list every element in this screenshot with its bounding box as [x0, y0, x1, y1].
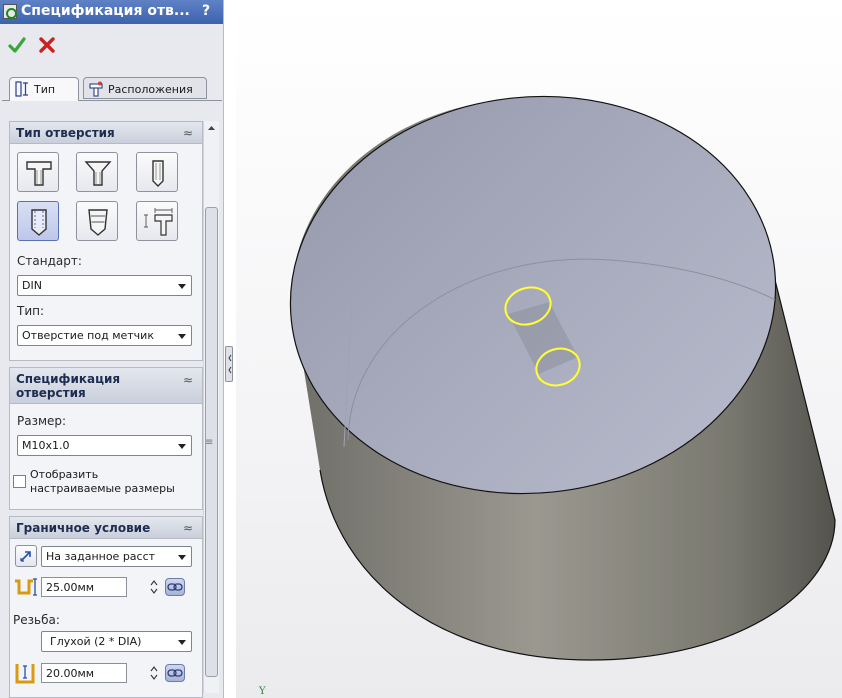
collapse-chevron-icon[interactable]: ≈: [183, 521, 193, 535]
collapse-chevron-icon[interactable]: ≈: [183, 373, 193, 387]
type-value: Отверстие под метчик: [22, 329, 154, 342]
tab-type[interactable]: Тип: [9, 77, 79, 101]
direction-icon: [20, 551, 31, 562]
custom-sizes-checkbox[interactable]: [13, 475, 26, 488]
chevron-down-icon: [178, 640, 186, 645]
size-select[interactable]: M10x1.0: [17, 435, 192, 456]
end-condition-header[interactable]: Граничное условие ≈: [10, 517, 202, 539]
thread-depth-spinner[interactable]: [149, 663, 159, 683]
hole-spec-title: Спецификация отверстия: [16, 372, 121, 400]
pipe-tap-icon: [88, 209, 108, 236]
hole-type-section: Тип отверстия ≈ Стандарт: DIN Тип: Отвер…: [9, 121, 203, 361]
hole-button[interactable]: [136, 152, 178, 192]
size-label: Размер:: [17, 414, 67, 428]
link-icon: [167, 669, 183, 677]
chevron-down-icon: [178, 334, 186, 339]
reverse-direction-button[interactable]: [15, 545, 37, 567]
tab-positions-label: Расположения: [108, 83, 193, 96]
pipe-tap-button[interactable]: [76, 201, 118, 241]
scroll-up-icon[interactable]: [204, 121, 219, 135]
depth-field[interactable]: 25.00мм: [41, 577, 127, 597]
panel-titlebar: Спецификация отв... ?: [0, 0, 223, 24]
collapse-chevron-icon[interactable]: ≈: [183, 126, 193, 140]
ok-icon[interactable]: [8, 36, 26, 54]
end-condition-select[interactable]: На заданное расст: [41, 546, 192, 567]
chevron-down-icon: [178, 284, 186, 289]
legacy-hole-button[interactable]: [136, 201, 178, 241]
thread-depth-link-button[interactable]: [165, 664, 185, 682]
thread-label: Резьба:: [13, 613, 60, 627]
link-icon: [167, 583, 183, 591]
grip-icon: ≡: [205, 437, 214, 448]
depth-value: 25.00мм: [46, 581, 95, 594]
counterbore-button[interactable]: [17, 152, 59, 192]
positions-tab-icon: [89, 81, 103, 97]
thread-depth-icon: [15, 664, 35, 684]
thread-value: Глухой (2 * DIA): [50, 635, 142, 648]
counterbore-icon: [26, 161, 52, 186]
countersink-button[interactable]: [76, 152, 118, 192]
hole-icon: [152, 160, 164, 187]
graphics-viewport[interactable]: [236, 0, 842, 698]
property-manager-panel: Спецификация отв... ? Тип Расположения Т…: [0, 0, 224, 698]
end-condition-title: Граничное условие: [16, 521, 151, 535]
hole-type-header[interactable]: Тип отверстия ≈: [10, 122, 202, 144]
tap-icon: [31, 209, 47, 236]
size-value: M10x1.0: [22, 439, 70, 452]
thread-depth-value: 20.00мм: [46, 667, 95, 680]
panel-title: Спецификация отв...: [21, 3, 190, 19]
hole-wizard-icon: [3, 4, 17, 19]
depth-spinner[interactable]: [149, 577, 159, 597]
cancel-icon[interactable]: [38, 36, 56, 54]
custom-sizes-label: Отобразить настраиваемые размеры: [30, 468, 175, 495]
countersink-icon: [84, 161, 112, 186]
hole-spec-header[interactable]: Спецификация отверстия ≈: [10, 368, 202, 404]
depth-icon: [15, 578, 37, 596]
type-tab-icon: [15, 81, 28, 97]
standard-value: DIN: [22, 279, 42, 292]
axis-label-y: Y: [259, 686, 266, 697]
legacy-icon: [144, 208, 173, 236]
tab-type-label: Тип: [34, 83, 56, 96]
standard-label: Стандарт:: [17, 254, 82, 268]
tab-positions[interactable]: Расположения: [83, 77, 207, 99]
thread-depth-field[interactable]: 20.00мм: [41, 663, 127, 683]
panel-collapse-handle[interactable]: [225, 346, 233, 382]
help-button[interactable]: ?: [202, 3, 210, 19]
cylinder-model[interactable]: [236, 0, 842, 698]
hole-type-title: Тип отверстия: [16, 126, 115, 140]
thread-select[interactable]: Глухой (2 * DIA): [41, 631, 192, 652]
end-condition-value: На заданное расст: [46, 550, 156, 563]
tap-button[interactable]: [17, 201, 59, 241]
standard-select[interactable]: DIN: [17, 275, 192, 296]
chevron-down-icon: [178, 555, 186, 560]
depth-link-button[interactable]: [165, 578, 185, 596]
type-select[interactable]: Отверстие под метчик: [17, 325, 192, 346]
end-condition-section: Граничное условие ≈ На заданное расст 25…: [9, 516, 203, 698]
type-label: Тип:: [17, 304, 45, 318]
collapse-arrows-icon: [228, 354, 232, 374]
chevron-down-icon: [178, 444, 186, 449]
